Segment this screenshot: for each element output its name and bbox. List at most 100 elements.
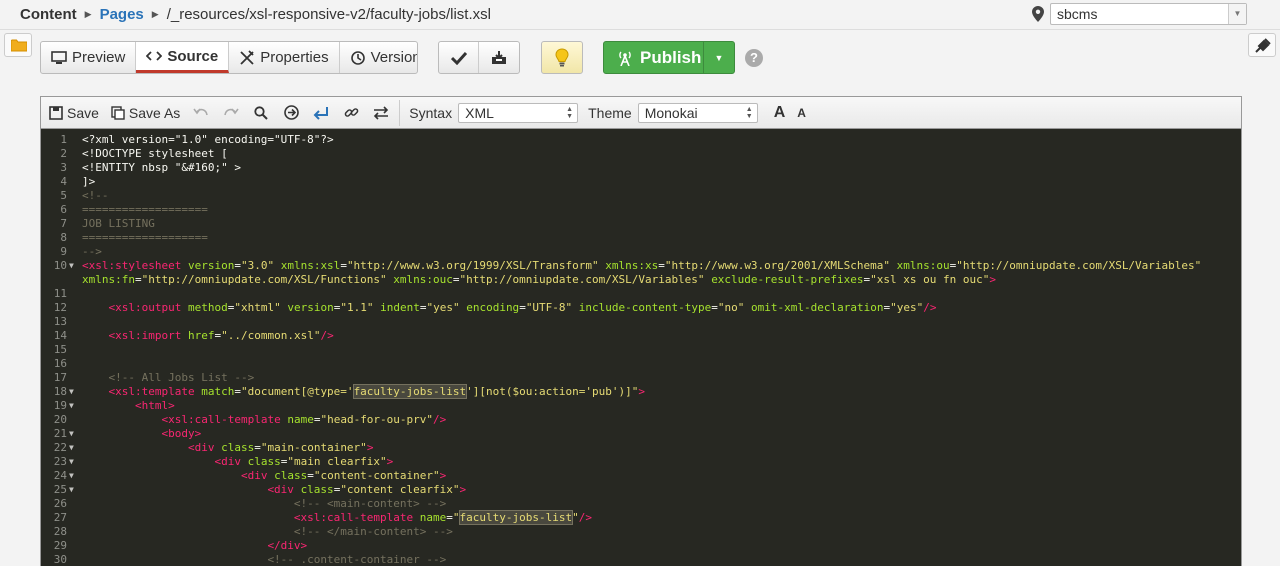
code-line[interactable]: 6 =================== — [41, 203, 1241, 217]
syntax-select[interactable]: XML ▲ ▼ — [458, 102, 579, 123]
font-decrease-button[interactable]: A — [797, 106, 806, 120]
code-line[interactable]: 28 <!-- </main-content> --> — [41, 525, 1241, 539]
code-line[interactable]: xmlns:fn="http://omniupdate.com/XSL/Func… — [41, 273, 1241, 287]
line-number: 23 — [53, 455, 67, 468]
line-text: <xsl:stylesheet version="3.0" xmlns:xsl=… — [82, 259, 1202, 272]
arrow-circle-right-icon — [283, 105, 299, 120]
code-line[interactable]: 3 <!ENTITY nbsp "&#160;" > — [41, 161, 1241, 175]
fold-toggle-icon[interactable]: ▼ — [69, 385, 74, 399]
line-text: <!-- <main-content> --> — [293, 497, 447, 510]
fold-toggle-icon[interactable]: ▼ — [69, 441, 74, 455]
help-icon[interactable]: ? — [745, 49, 763, 67]
code-line[interactable]: 30 <!-- .content-container --> — [41, 553, 1241, 566]
code-line[interactable]: 24 ▼ <div class="content-container"> — [41, 469, 1241, 483]
find-button[interactable] — [246, 98, 276, 128]
updown-arrows-icon: ▲ ▼ — [566, 105, 574, 120]
top-bar: Content ▶ Pages ▶ /_resources/xsl-respon… — [0, 0, 1280, 30]
search-icon — [254, 105, 269, 120]
line-number: 19 — [53, 399, 67, 412]
publish-main[interactable]: Publish — [604, 42, 704, 73]
check-button[interactable] — [439, 42, 479, 73]
goto-line-button[interactable] — [276, 98, 306, 128]
updown-arrows-icon: ▲ ▼ — [745, 105, 753, 120]
chevron-right-icon: ▶ — [151, 9, 159, 19]
theme-select[interactable]: Monokai ▲ ▼ — [637, 102, 758, 123]
file-browser-button[interactable] — [4, 33, 32, 57]
code-line[interactable]: 16 — [41, 357, 1241, 371]
undo-button[interactable] — [186, 98, 216, 128]
line-number: 5 — [60, 189, 67, 202]
code-area[interactable]: 1 <?xml version="1.0" encoding="UTF-8"?> 2… — [41, 130, 1241, 566]
code-line[interactable]: 17 <!-- All Jobs List --> — [41, 371, 1241, 385]
code-line[interactable]: 2 <!DOCTYPE stylesheet [ — [41, 147, 1241, 161]
code-line[interactable]: 27 <xsl:call-template name="faculty-jobs… — [41, 510, 1241, 525]
code-line[interactable]: 1 <?xml version="1.0" encoding="UTF-8"?> — [41, 133, 1241, 147]
code-line[interactable]: 8 =================== — [41, 231, 1241, 245]
code-line[interactable]: 29 </div> — [41, 539, 1241, 553]
save-button[interactable]: Save — [41, 105, 105, 121]
line-number: 2 — [60, 147, 67, 160]
code-line[interactable]: 23 ▼ <div class="main clearfix"> — [41, 455, 1241, 469]
line-text: ]> — [82, 175, 96, 188]
code-line[interactable]: 9 --> — [41, 245, 1241, 259]
site-selector[interactable]: sbcms ▼ — [1050, 3, 1247, 25]
replace-button[interactable] — [366, 98, 396, 128]
tips-button[interactable] — [542, 42, 582, 73]
code-icon — [146, 51, 163, 61]
line-text: =================== — [82, 203, 208, 216]
code-line[interactable]: 5 <!-- — [41, 189, 1241, 203]
code-line[interactable]: 10 ▼ <xsl:stylesheet version="3.0" xmlns:x… — [41, 259, 1241, 273]
code-line[interactable]: 21 ▼ <body> — [41, 427, 1241, 441]
font-increase-button[interactable]: A — [774, 104, 786, 122]
publish-options-button[interactable]: ▼ — [704, 42, 734, 73]
line-text: <xsl:import href="../common.xsl"/> — [108, 329, 334, 342]
theme-label: Theme — [588, 104, 632, 121]
code-line[interactable]: 19 ▼ <html> — [41, 399, 1241, 413]
code-line[interactable]: 22 ▼ <div class="main-container"> — [41, 441, 1241, 455]
toolbar-divider — [399, 99, 401, 126]
fold-toggle-icon[interactable]: ▼ — [69, 469, 74, 483]
tab-preview[interactable]: Preview — [41, 42, 137, 73]
tab-versions[interactable]: Versions — [340, 42, 417, 73]
code-line[interactable]: 25 ▼ <div class="content clearfix"> — [41, 483, 1241, 497]
redo-button[interactable] — [216, 98, 246, 128]
insert-link-button[interactable] — [336, 98, 366, 128]
save-label: Save — [67, 104, 99, 121]
tab-properties[interactable]: Properties — [229, 42, 340, 73]
line-text: <!-- .content-container --> — [267, 553, 447, 566]
line-text: <div class="main clearfix"> — [214, 455, 394, 468]
archive-button[interactable] — [479, 42, 519, 73]
line-text: xmlns:fn="http://omniupdate.com/XSL/Func… — [82, 273, 996, 286]
chevron-down-icon: ▼ — [1228, 4, 1246, 24]
word-wrap-button[interactable] — [306, 98, 336, 128]
fold-toggle-icon[interactable]: ▼ — [69, 259, 74, 273]
code-line[interactable]: 12 <xsl:output method="xhtml" version="1… — [41, 301, 1241, 315]
line-number: 3 — [60, 161, 67, 174]
line-number: 17 — [53, 371, 67, 384]
code-line[interactable]: 7 JOB LISTING — [41, 217, 1241, 231]
fold-toggle-icon[interactable]: ▼ — [69, 483, 74, 497]
tab-properties-label: Properties — [260, 49, 329, 66]
code-line[interactable]: 14 <xsl:import href="../common.xsl"/> — [41, 329, 1241, 343]
publish-button[interactable]: Publish ▼ — [603, 41, 735, 74]
breadcrumb-content[interactable]: Content — [20, 6, 77, 23]
line-number: 16 — [53, 357, 67, 370]
syntax-label: Syntax — [409, 104, 453, 121]
code-line[interactable]: 13 — [41, 315, 1241, 329]
code-line[interactable]: 20 <xsl:call-template name="head-for-ou-… — [41, 413, 1241, 427]
code-line[interactable]: 15 — [41, 343, 1241, 357]
line-text: <?xml version="1.0" encoding="UTF-8"?> — [82, 133, 334, 146]
code-line[interactable]: 26 <!-- <main-content> --> — [41, 497, 1241, 511]
tab-source[interactable]: Source — [136, 42, 230, 73]
code-line[interactable]: 18 ▼ <xsl:template match="document[@type=… — [41, 384, 1241, 399]
breadcrumb-pages-link[interactable]: Pages — [100, 6, 144, 23]
line-text: JOB LISTING — [82, 217, 155, 230]
gadgets-button[interactable] — [1248, 33, 1276, 57]
fold-toggle-icon[interactable]: ▼ — [69, 427, 74, 441]
fold-toggle-icon[interactable]: ▼ — [69, 455, 74, 469]
code-line[interactable]: 4]> — [41, 175, 1241, 189]
save-as-button[interactable]: Save As — [105, 105, 186, 121]
code-line[interactable]: 11 — [41, 287, 1241, 301]
line-number: 28 — [53, 525, 67, 538]
fold-toggle-icon[interactable]: ▼ — [69, 399, 74, 413]
